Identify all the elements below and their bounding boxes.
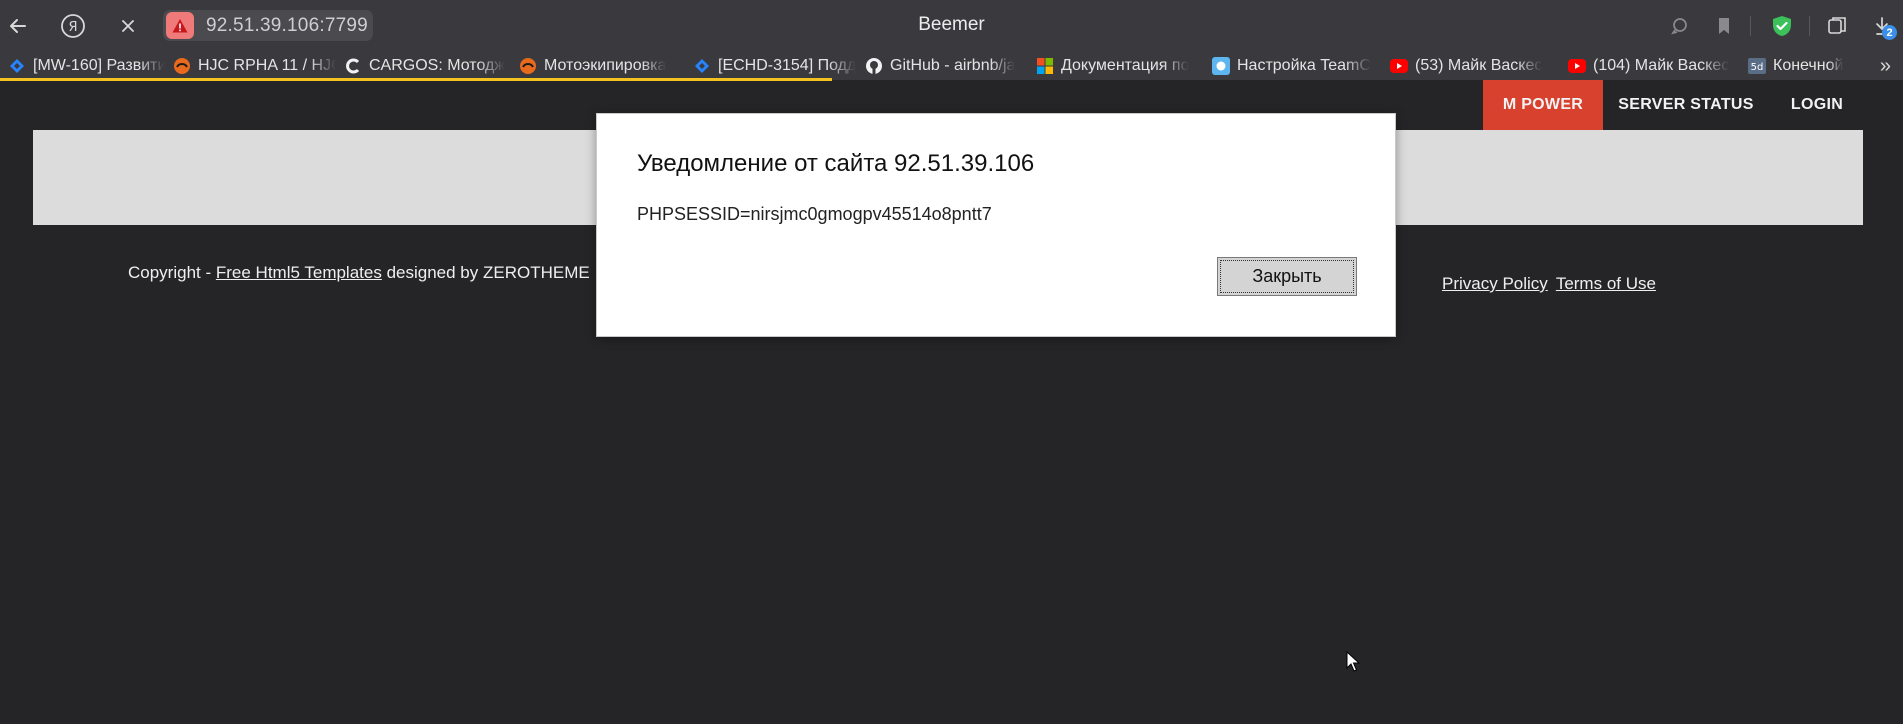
dialog-message: PHPSESSID=nirsjmc0gmogpv45514o8pntt7 xyxy=(637,204,992,224)
nav-login[interactable]: LOGIN xyxy=(1769,80,1865,130)
bookmarks-bar: [MW-160] Развити HJC RPHA 11 / HJC CARGO… xyxy=(0,52,1903,80)
toolbar-right-icons: 2 xyxy=(1613,10,1903,42)
nav-server-status[interactable]: SERVER STATUS xyxy=(1603,80,1769,130)
bookmark-item[interactable]: (104) Майк Васкес xyxy=(1568,52,1740,80)
moto-icon xyxy=(519,57,537,75)
bookmark-item[interactable]: Документация по xyxy=(1036,52,1204,80)
download-icon[interactable]: 2 xyxy=(1869,10,1901,42)
nav-m-power[interactable]: M POWER xyxy=(1483,80,1603,130)
jira-icon xyxy=(8,57,26,75)
bookmark-item[interactable]: (53) Майк Васкес xyxy=(1390,52,1560,80)
shield-icon[interactable] xyxy=(1766,10,1798,42)
mouse-cursor-icon xyxy=(1346,651,1360,672)
jira-icon xyxy=(693,57,711,75)
free-templates-link[interactable]: Free Html5 Templates xyxy=(216,263,382,282)
bookmark-item[interactable]: GitHub - airbnb/ja xyxy=(865,52,1028,80)
alert-dialog: Уведомление от сайта 92.51.39.106 PHPSES… xyxy=(596,113,1396,337)
bookmark-icon[interactable] xyxy=(1708,10,1740,42)
youtube-icon xyxy=(1390,57,1408,75)
bookmark-item[interactable]: [ECHD-3154] Подд xyxy=(693,52,857,80)
teamcity-icon xyxy=(1212,57,1230,75)
bookmarks-more-icon[interactable]: » xyxy=(1880,52,1891,80)
terms-of-use-link[interactable]: Terms of Use xyxy=(1556,274,1656,293)
svg-text:5d: 5d xyxy=(1751,62,1764,73)
dialog-title: Уведомление от сайта 92.51.39.106 xyxy=(637,150,1035,177)
browser-toolbar: Я 92.51.39.106:7799 Beemer 2 xyxy=(0,0,1903,52)
cargos-icon xyxy=(344,57,362,75)
microsoft-icon xyxy=(1036,57,1054,75)
bookmark-item[interactable]: Настройка TeamC xyxy=(1212,52,1382,80)
youtube-icon xyxy=(1568,57,1586,75)
bookmark-item[interactable]: [MW-160] Развити xyxy=(8,52,165,80)
bookmark-item[interactable]: Мотоэкипировка xyxy=(519,52,685,80)
footer-copyright: Copyright - Free Html5 Templates designe… xyxy=(128,263,590,282)
github-icon xyxy=(865,57,883,75)
bookmark-item[interactable]: HJC RPHA 11 / HJC xyxy=(173,52,336,80)
moto-icon xyxy=(173,57,191,75)
download-count-badge: 2 xyxy=(1882,25,1897,40)
bookmark-item[interactable]: 5d Конечной xyxy=(1748,52,1860,80)
bookmark-item[interactable]: CARGOS: Мотодж xyxy=(344,52,511,80)
close-button[interactable]: Закрыть xyxy=(1217,257,1357,296)
footer-links: Privacy Policy Terms of Use xyxy=(1442,274,1664,294)
privacy-policy-link[interactable]: Privacy Policy xyxy=(1442,274,1548,293)
tabs-icon[interactable] xyxy=(1821,10,1853,42)
chat-icon[interactable] xyxy=(1664,10,1696,42)
5d-icon: 5d xyxy=(1748,57,1766,75)
